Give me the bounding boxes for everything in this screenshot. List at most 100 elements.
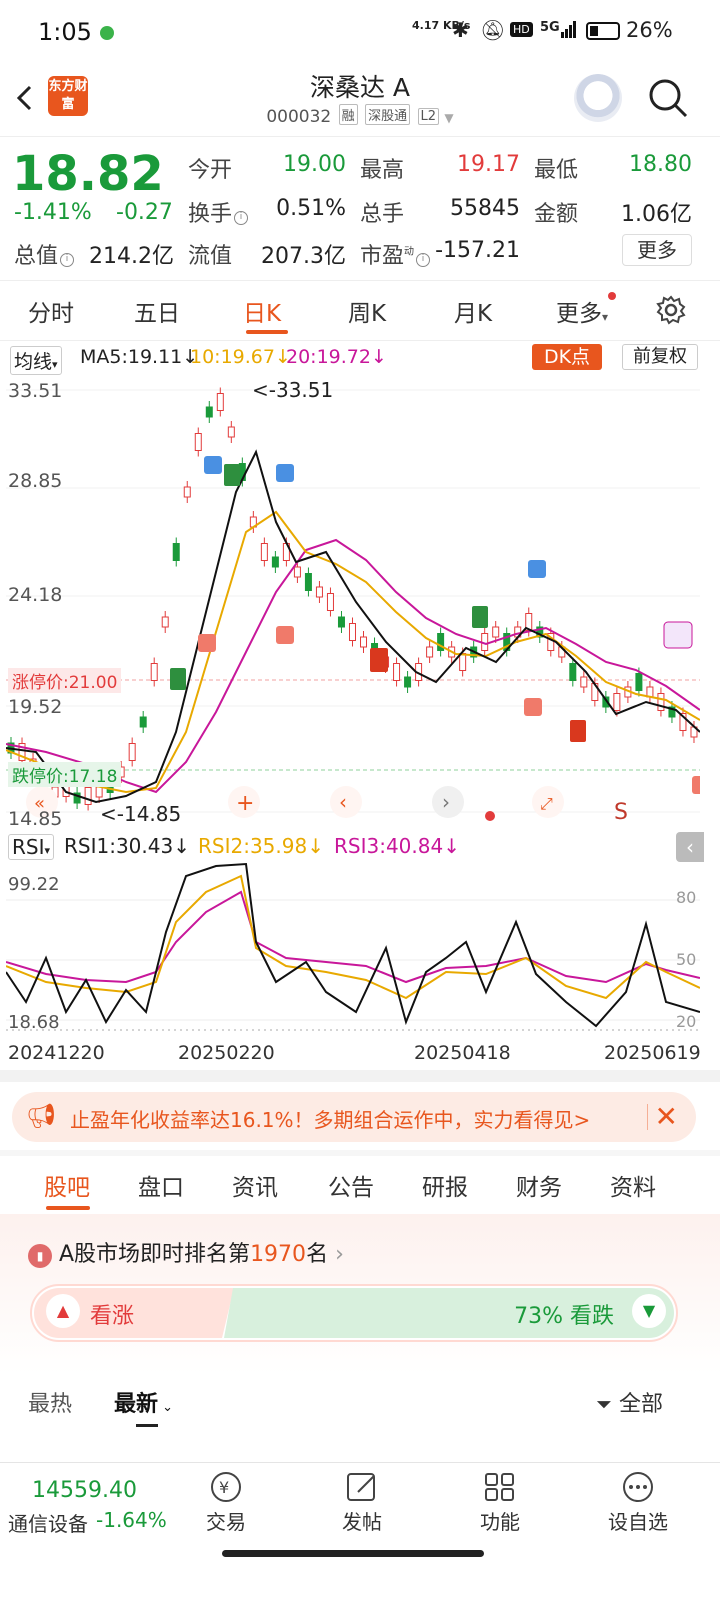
divider xyxy=(0,1070,720,1082)
more-button[interactable]: 更多 xyxy=(622,234,692,266)
tab-finance[interactable]: 财务 xyxy=(516,1168,562,1202)
candle xyxy=(128,743,136,761)
tab-monthly-k[interactable]: 月K xyxy=(454,294,492,328)
rsi-top-label: 99.22 xyxy=(8,874,60,895)
arrow-up-icon[interactable]: ▲ xyxy=(46,1294,80,1328)
candle xyxy=(580,676,588,688)
svg-text:+: + xyxy=(236,791,254,816)
chart-rank-icon: ▮ xyxy=(28,1244,52,1268)
sort-new[interactable]: 最新 ⌄ xyxy=(114,1386,173,1418)
tab-daily-k[interactable]: 日K xyxy=(243,294,281,328)
change-amount: -0.27 xyxy=(116,200,173,225)
limit-up-label: 涨停价:21.00 xyxy=(8,668,122,693)
index-change[interactable]: -1.64% xyxy=(96,1508,167,1532)
divider xyxy=(0,136,720,137)
vote-up-label: 看涨 xyxy=(90,1304,135,1329)
candle xyxy=(205,406,213,418)
candle xyxy=(304,573,312,591)
low-value: 18.80 xyxy=(629,152,692,177)
svg-text:⤢: ⤢ xyxy=(540,794,553,813)
tab-research[interactable]: 研报 xyxy=(422,1168,468,1202)
grid-lines xyxy=(6,389,700,813)
status-time: 1:05 xyxy=(38,18,92,46)
gear-icon[interactable] xyxy=(655,294,687,326)
sort-hot[interactable]: 最热 xyxy=(28,1386,72,1418)
rsi-chart[interactable] xyxy=(6,862,700,1036)
svg-text:‹: ‹ xyxy=(339,790,347,814)
ma20-value: 20:19.72↓ xyxy=(286,346,387,368)
pe-label: 市盈动i xyxy=(360,238,431,270)
dk-point-button[interactable]: DK点 xyxy=(532,344,602,370)
candle xyxy=(635,673,643,691)
home-indicator xyxy=(222,1550,484,1557)
tab-orderbook[interactable]: 盘口 xyxy=(138,1168,184,1202)
tag-connect: 深股通 xyxy=(365,104,411,125)
tab-intraday[interactable]: 分时 xyxy=(28,294,74,328)
index-value[interactable]: 14559.40 xyxy=(32,1478,137,1503)
close-icon[interactable]: ✕ xyxy=(655,1100,678,1133)
low-annotation: <-14.85 xyxy=(100,802,182,826)
nav-functions[interactable]: 功能 xyxy=(460,1506,540,1535)
arrow-down-icon[interactable]: ▼ xyxy=(632,1294,666,1328)
rsi-selector[interactable]: RSI▾ xyxy=(8,834,55,860)
market-cap-value: 214.2亿 xyxy=(89,244,174,269)
candle xyxy=(183,486,191,498)
red-dot-icon xyxy=(608,292,617,300)
candles xyxy=(7,387,698,811)
divider xyxy=(647,1104,648,1130)
assistant-avatar-icon[interactable] xyxy=(574,74,622,122)
market-rank[interactable]: ▮ A股市场即时排名第1970名 › xyxy=(28,1236,344,1268)
tab-more[interactable]: 更多▾ xyxy=(556,292,617,328)
rsi1-line xyxy=(6,862,700,1028)
tab-five-day[interactable]: 五日 xyxy=(134,294,180,328)
high-annotation: <-33.51 xyxy=(252,378,334,402)
low-label: 最低 xyxy=(534,158,579,183)
y-label: 19.52 xyxy=(8,696,63,718)
sell-signal-label: S xyxy=(614,800,628,825)
svg-text:›: › xyxy=(442,790,450,814)
filter-button[interactable]: ⏷ 全部 xyxy=(596,1386,663,1418)
post-icon[interactable] xyxy=(322,1470,402,1504)
candle xyxy=(95,786,103,798)
filter-icon: ⏷ xyxy=(596,1392,612,1416)
tab-announcements[interactable]: 公告 xyxy=(328,1168,374,1202)
more-dots-icon[interactable] xyxy=(598,1470,678,1504)
svg-text:¥: ¥ xyxy=(219,1478,229,1497)
index-name[interactable]: 通信设备 xyxy=(8,1508,88,1537)
tab-weekly-k[interactable]: 周K xyxy=(348,294,386,328)
nine-count-red-icon xyxy=(570,720,586,742)
search-icon[interactable] xyxy=(646,76,690,120)
trade-icon[interactable]: ¥ xyxy=(186,1470,266,1504)
notification-dot-icon xyxy=(100,26,114,40)
candle xyxy=(161,616,169,628)
battery-level: 26% xyxy=(626,18,673,42)
indicator-selector[interactable]: 均线▾ xyxy=(10,346,62,375)
tag-level2: L2 xyxy=(417,108,440,125)
info-icon: i xyxy=(60,253,75,267)
open-label: 今开 xyxy=(188,158,233,183)
nav-trade[interactable]: 交易 xyxy=(186,1506,266,1535)
nav-add-watchlist[interactable]: 设自选 xyxy=(598,1506,678,1535)
x-label: 20241220 xyxy=(8,1042,105,1064)
rsi-level-50: 50 xyxy=(676,950,697,969)
adjust-selector[interactable]: 前复权 xyxy=(622,344,698,370)
tab-forum[interactable]: 股吧 xyxy=(44,1168,90,1202)
functions-icon[interactable] xyxy=(460,1470,540,1504)
rsi-level-20: 20 xyxy=(676,1012,697,1031)
candle xyxy=(326,593,334,611)
tab-news[interactable]: 资讯 xyxy=(232,1168,278,1202)
stock-header: 东方财富 深桑达 A 000032 融 深股通 L2 ▼ xyxy=(0,64,720,136)
rsi3-value: RSI3:40.84↓ xyxy=(334,834,460,858)
collapse-chevron-icon[interactable]: ‹ xyxy=(676,832,704,862)
tab-profile[interactable]: 资料 xyxy=(610,1168,656,1202)
divider xyxy=(0,280,720,281)
candle xyxy=(348,623,356,641)
amount-label: 金额 xyxy=(534,202,579,227)
candle xyxy=(337,616,345,628)
nav-post[interactable]: 发帖 xyxy=(322,1506,402,1535)
nine-count-red-icon xyxy=(370,648,388,672)
current-price: 18.82 xyxy=(12,146,164,202)
y-label: 14.85 xyxy=(8,808,63,830)
x-label: 20250619 xyxy=(604,1042,701,1064)
ad-banner[interactable]: 📢︎ 止盈年化收益率达16.1%！多期组合运作中，实力看得见> ✕ xyxy=(12,1092,696,1142)
